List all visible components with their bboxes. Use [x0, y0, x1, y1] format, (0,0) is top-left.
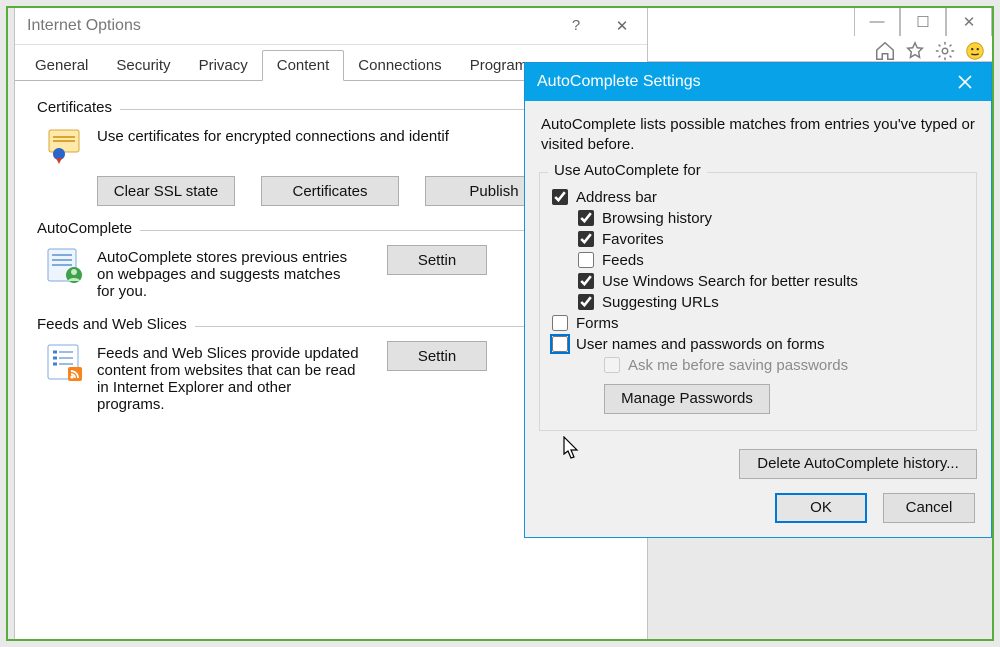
- chk-suggesting-urls[interactable]: Suggesting URLs: [552, 294, 964, 311]
- feeds-heading: Feeds and Web Slices: [37, 316, 195, 333]
- chk-feeds-input[interactable]: [578, 252, 594, 268]
- chk-address-bar[interactable]: Address bar: [552, 189, 964, 206]
- clear-ssl-button[interactable]: Clear SSL state: [97, 176, 235, 206]
- chk-forms[interactable]: Forms: [552, 315, 964, 332]
- chk-suggesting-urls-input[interactable]: [578, 294, 594, 310]
- ac-description: AutoComplete lists possible matches from…: [539, 113, 977, 166]
- chk-favorites-input[interactable]: [578, 231, 594, 247]
- star-icon[interactable]: [904, 40, 926, 62]
- chk-address-bar-input[interactable]: [552, 189, 568, 205]
- group-legend: Use AutoComplete for: [548, 162, 707, 179]
- chk-usernames-passwords-input[interactable]: [552, 336, 568, 352]
- cancel-button[interactable]: Cancel: [883, 493, 975, 523]
- tab-content[interactable]: Content: [262, 50, 345, 81]
- certificate-icon: [41, 124, 89, 172]
- background-window-chrome: ― ☐ ✕: [648, 6, 992, 62]
- tab-security[interactable]: Security: [102, 51, 184, 80]
- chk-ask-before-saving-input: [604, 357, 620, 373]
- gear-icon[interactable]: [934, 40, 956, 62]
- bg-close-button[interactable]: ✕: [946, 6, 992, 36]
- chk-windows-search[interactable]: Use Windows Search for better results: [552, 273, 964, 290]
- bg-minimize-button[interactable]: ―: [854, 6, 900, 36]
- ac-close-button[interactable]: [943, 65, 987, 99]
- feeds-icon: [41, 341, 89, 389]
- manage-passwords-button[interactable]: Manage Passwords: [604, 384, 770, 414]
- feeds-desc: Feeds and Web Slices provide updated con…: [89, 341, 369, 421]
- chk-usernames-passwords[interactable]: User names and passwords on forms: [552, 336, 964, 353]
- home-icon[interactable]: [874, 40, 896, 62]
- ac-title: AutoComplete Settings: [537, 73, 943, 91]
- chk-ask-before-saving: Ask me before saving passwords: [552, 357, 964, 374]
- delete-autocomplete-history-button[interactable]: Delete AutoComplete history...: [739, 449, 977, 479]
- autocomplete-settings-button[interactable]: Settin: [387, 245, 487, 275]
- chk-favorites[interactable]: Favorites: [552, 231, 964, 248]
- certificates-button[interactable]: Certificates: [261, 176, 399, 206]
- autocomplete-heading: AutoComplete: [37, 220, 140, 237]
- tab-general[interactable]: General: [21, 51, 102, 80]
- io-title: Internet Options: [27, 17, 553, 35]
- use-autocomplete-for-group: Use AutoComplete for Address bar Browsin…: [539, 172, 977, 431]
- certificates-heading: Certificates: [37, 99, 120, 116]
- bg-maximize-button[interactable]: ☐: [900, 6, 946, 36]
- autocomplete-icon: [41, 245, 89, 293]
- tab-privacy[interactable]: Privacy: [185, 51, 262, 80]
- feeds-settings-button[interactable]: Settin: [387, 341, 487, 371]
- chk-forms-input[interactable]: [552, 315, 568, 331]
- help-button[interactable]: ?: [553, 10, 599, 42]
- autocomplete-settings-dialog: AutoComplete Settings AutoComplete lists…: [524, 62, 992, 538]
- autocomplete-desc: AutoComplete stores previous entries on …: [89, 245, 369, 308]
- chk-windows-search-input[interactable]: [578, 273, 594, 289]
- emoji-icon[interactable]: [964, 40, 986, 62]
- chk-browsing-history[interactable]: Browsing history: [552, 210, 964, 227]
- ok-button[interactable]: OK: [775, 493, 867, 523]
- chk-feeds[interactable]: Feeds: [552, 252, 964, 269]
- chk-browsing-history-input[interactable]: [578, 210, 594, 226]
- close-button[interactable]: ✕: [599, 10, 645, 42]
- tab-connections[interactable]: Connections: [344, 51, 455, 80]
